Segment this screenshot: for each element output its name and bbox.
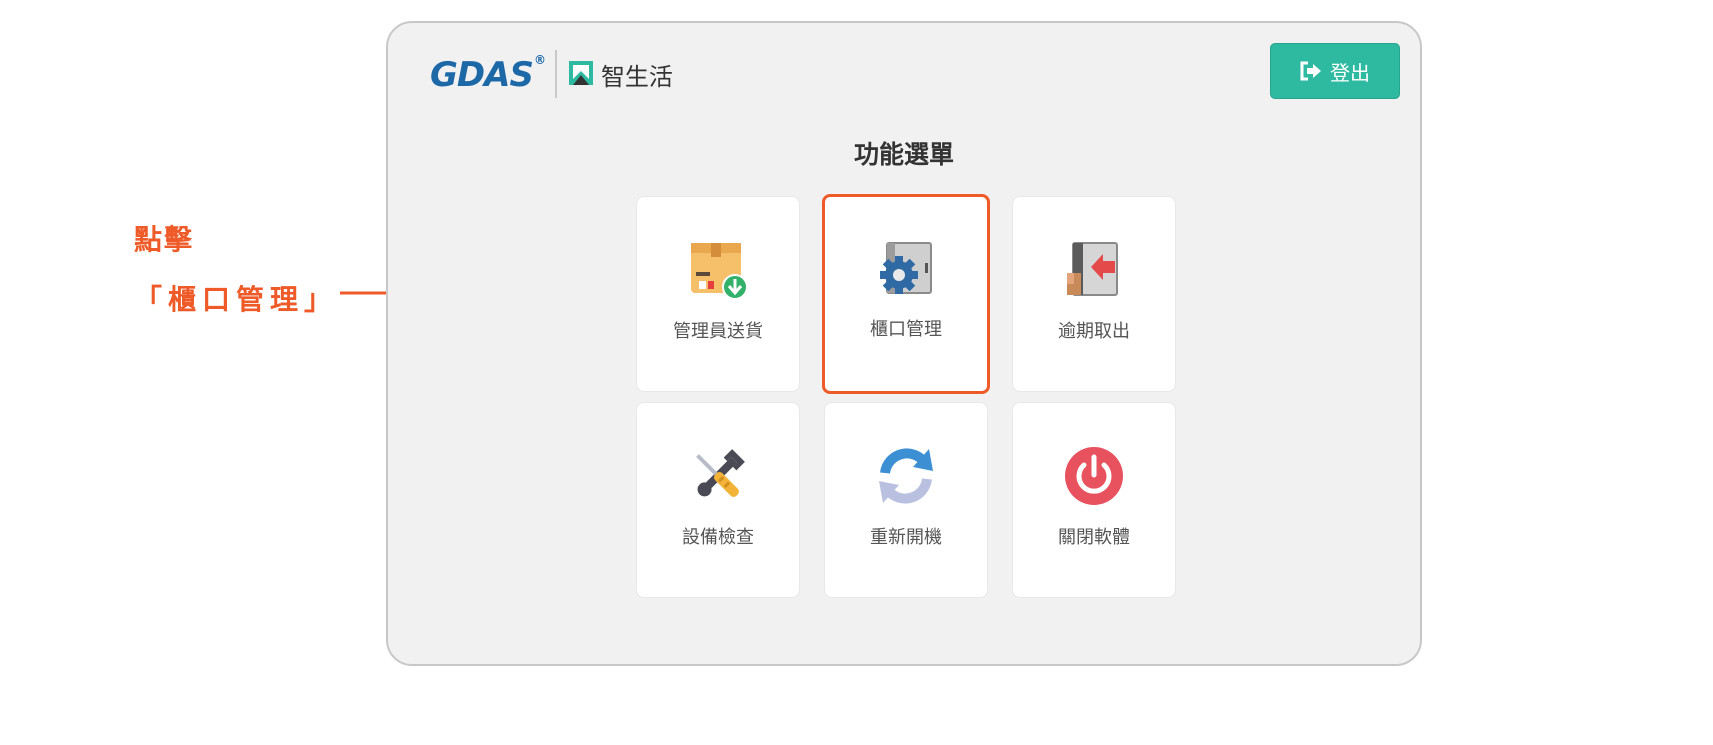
logout-label: 登出 <box>1330 60 1370 85</box>
logo-brand: GDAS® <box>430 53 546 95</box>
tile-label: 重新開機 <box>870 527 942 548</box>
callout-target-label: 「櫃口管理」 <box>134 283 339 316</box>
kiosk-panel: GDAS® 智生活 登出 功能選單 管理員送貨 櫃口管理 逾期取出 設備檢查 重… <box>386 21 1422 666</box>
menu-tile-locker-management[interactable]: 櫃口管理 <box>822 194 990 394</box>
page-title: 功能選單 <box>853 140 954 169</box>
logout-icon <box>1300 61 1321 81</box>
screen: 點擊 「櫃口管理」 GDAS® 智生活 登出 功能選單 管理員送貨 櫃口管理 逾… <box>0 0 1713 745</box>
menu-tile-device-check[interactable]: 設備檢查 <box>636 402 800 598</box>
menu-tile-close-software[interactable]: 關閉軟體 <box>1012 402 1176 598</box>
app-logo: GDAS® 智生活 <box>430 49 673 99</box>
package-download-icon <box>685 237 751 303</box>
tile-label: 關閉軟體 <box>1058 527 1130 548</box>
restart-icon <box>873 443 939 509</box>
menu-tile-admin-delivery[interactable]: 管理員送貨 <box>636 196 800 392</box>
callout-instruction: 點擊 <box>134 223 195 256</box>
house-logo-icon <box>568 61 593 85</box>
locker-retrieve-icon <box>1061 237 1127 303</box>
tile-label: 設備檢查 <box>682 527 754 548</box>
function-menu-grid: 管理員送貨 櫃口管理 逾期取出 設備檢查 重新開機 關閉軟體 <box>636 194 1176 598</box>
wrench-screwdriver-icon <box>685 443 751 509</box>
menu-tile-restart[interactable]: 重新開機 <box>824 402 988 598</box>
power-icon <box>1061 443 1127 509</box>
menu-tile-overdue-retrieval[interactable]: 逾期取出 <box>1012 196 1176 392</box>
tile-label: 櫃口管理 <box>870 319 942 340</box>
tile-label: 逾期取出 <box>1058 321 1130 342</box>
logout-button[interactable]: 登出 <box>1270 43 1400 99</box>
logo-app-name: 智生活 <box>600 62 673 91</box>
tile-label: 管理員送貨 <box>673 321 763 342</box>
logo-divider <box>554 50 557 98</box>
locker-gear-icon <box>873 235 939 301</box>
